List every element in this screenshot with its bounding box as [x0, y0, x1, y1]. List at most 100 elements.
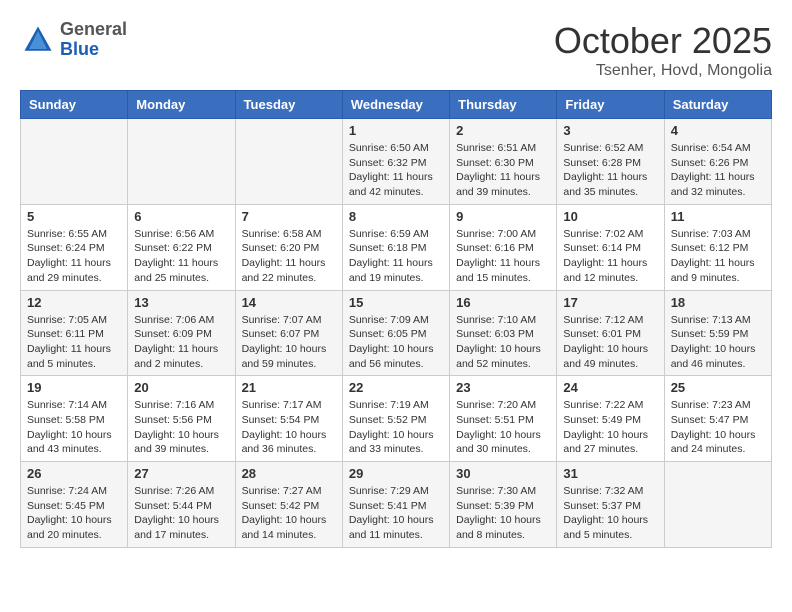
day-number: 3 [563, 123, 657, 138]
day-info: Sunrise: 7:07 AM Sunset: 6:07 PM Dayligh… [242, 313, 336, 372]
day-number: 30 [456, 466, 550, 481]
month-title: October 2025 [554, 20, 772, 62]
day-info: Sunrise: 7:14 AM Sunset: 5:58 PM Dayligh… [27, 398, 121, 457]
day-info: Sunrise: 7:32 AM Sunset: 5:37 PM Dayligh… [563, 484, 657, 543]
logo-blue: Blue [60, 40, 127, 60]
calendar-cell: 18 Sunrise: 7:13 AM Sunset: 5:59 PM Dayli… [664, 290, 771, 376]
day-info: Sunrise: 6:55 AM Sunset: 6:24 PM Dayligh… [27, 227, 121, 286]
day-number: 10 [563, 209, 657, 224]
calendar-cell: 29 Sunrise: 7:29 AM Sunset: 5:41 PM Dayli… [342, 462, 449, 548]
day-info: Sunrise: 6:54 AM Sunset: 6:26 PM Dayligh… [671, 141, 765, 200]
day-of-week-header: Tuesday [235, 91, 342, 119]
day-number: 1 [349, 123, 443, 138]
calendar-cell: 19 Sunrise: 7:14 AM Sunset: 5:58 PM Dayli… [21, 376, 128, 462]
calendar-header-row: SundayMondayTuesdayWednesdayThursdayFrid… [21, 91, 772, 119]
day-number: 24 [563, 380, 657, 395]
day-info: Sunrise: 7:27 AM Sunset: 5:42 PM Dayligh… [242, 484, 336, 543]
day-info: Sunrise: 7:22 AM Sunset: 5:49 PM Dayligh… [563, 398, 657, 457]
calendar-cell: 25 Sunrise: 7:23 AM Sunset: 5:47 PM Dayli… [664, 376, 771, 462]
calendar-week-row: 26 Sunrise: 7:24 AM Sunset: 5:45 PM Dayli… [21, 462, 772, 548]
day-info: Sunrise: 6:59 AM Sunset: 6:18 PM Dayligh… [349, 227, 443, 286]
calendar-cell: 3 Sunrise: 6:52 AM Sunset: 6:28 PM Daylig… [557, 119, 664, 205]
day-number: 7 [242, 209, 336, 224]
day-number: 12 [27, 295, 121, 310]
logo-text: General Blue [60, 20, 127, 60]
day-number: 11 [671, 209, 765, 224]
day-number: 21 [242, 380, 336, 395]
calendar-cell: 7Sunrise: 6:58 AM Sunset: 6:20 PM Daylig… [235, 204, 342, 290]
calendar-cell: 24 Sunrise: 7:22 AM Sunset: 5:49 PM Dayli… [557, 376, 664, 462]
calendar-cell: 2Sunrise: 6:51 AM Sunset: 6:30 PM Daylig… [450, 119, 557, 205]
calendar-cell: 10Sunrise: 7:02 AM Sunset: 6:14 PM Dayli… [557, 204, 664, 290]
calendar-cell: 9 Sunrise: 7:00 AM Sunset: 6:16 PM Daylig… [450, 204, 557, 290]
day-number: 20 [134, 380, 228, 395]
day-number: 5 [27, 209, 121, 224]
day-info: Sunrise: 7:10 AM Sunset: 6:03 PM Dayligh… [456, 313, 550, 372]
calendar-cell: 16 Sunrise: 7:10 AM Sunset: 6:03 PM Dayli… [450, 290, 557, 376]
day-number: 19 [27, 380, 121, 395]
calendar-cell: 27Sunrise: 7:26 AM Sunset: 5:44 PM Dayli… [128, 462, 235, 548]
day-number: 31 [563, 466, 657, 481]
day-info: Sunrise: 7:00 AM Sunset: 6:16 PM Dayligh… [456, 227, 550, 286]
day-info: Sunrise: 7:26 AM Sunset: 5:44 PM Dayligh… [134, 484, 228, 543]
calendar-cell: 26 Sunrise: 7:24 AM Sunset: 5:45 PM Dayli… [21, 462, 128, 548]
calendar-cell [21, 119, 128, 205]
calendar-cell: 5 Sunrise: 6:55 AM Sunset: 6:24 PM Daylig… [21, 204, 128, 290]
day-info: Sunrise: 7:24 AM Sunset: 5:45 PM Dayligh… [27, 484, 121, 543]
day-number: 13 [134, 295, 228, 310]
calendar-cell: 13 Sunrise: 7:06 AM Sunset: 6:09 PM Dayli… [128, 290, 235, 376]
title-section: October 2025 Tsenher, Hovd, Mongolia [554, 20, 772, 80]
day-info: Sunrise: 7:05 AM Sunset: 6:11 PM Dayligh… [27, 313, 121, 372]
day-info: Sunrise: 7:23 AM Sunset: 5:47 PM Dayligh… [671, 398, 765, 457]
calendar-cell: 28Sunrise: 7:27 AM Sunset: 5:42 PM Dayli… [235, 462, 342, 548]
day-of-week-header: Thursday [450, 91, 557, 119]
day-of-week-header: Monday [128, 91, 235, 119]
calendar-cell: 20 Sunrise: 7:16 AM Sunset: 5:56 PM Dayli… [128, 376, 235, 462]
day-number: 26 [27, 466, 121, 481]
logo-general: General [60, 20, 127, 40]
day-number: 4 [671, 123, 765, 138]
day-of-week-header: Wednesday [342, 91, 449, 119]
day-info: Sunrise: 7:17 AM Sunset: 5:54 PM Dayligh… [242, 398, 336, 457]
calendar-cell: 17Sunrise: 7:12 AM Sunset: 6:01 PM Dayli… [557, 290, 664, 376]
calendar-cell [128, 119, 235, 205]
day-number: 6 [134, 209, 228, 224]
day-info: Sunrise: 6:56 AM Sunset: 6:22 PM Dayligh… [134, 227, 228, 286]
calendar-cell: 8 Sunrise: 6:59 AM Sunset: 6:18 PM Daylig… [342, 204, 449, 290]
location: Tsenher, Hovd, Mongolia [554, 62, 772, 80]
day-info: Sunrise: 7:16 AM Sunset: 5:56 PM Dayligh… [134, 398, 228, 457]
calendar-cell [235, 119, 342, 205]
day-info: Sunrise: 7:12 AM Sunset: 6:01 PM Dayligh… [563, 313, 657, 372]
calendar-cell: 22Sunrise: 7:19 AM Sunset: 5:52 PM Dayli… [342, 376, 449, 462]
day-number: 15 [349, 295, 443, 310]
day-info: Sunrise: 7:13 AM Sunset: 5:59 PM Dayligh… [671, 313, 765, 372]
calendar-cell: 4 Sunrise: 6:54 AM Sunset: 6:26 PM Daylig… [664, 119, 771, 205]
calendar-cell: 6 Sunrise: 6:56 AM Sunset: 6:22 PM Daylig… [128, 204, 235, 290]
calendar-cell: 14 Sunrise: 7:07 AM Sunset: 6:07 PM Dayli… [235, 290, 342, 376]
calendar-cell: 1 Sunrise: 6:50 AM Sunset: 6:32 PM Daylig… [342, 119, 449, 205]
day-number: 23 [456, 380, 550, 395]
day-info: Sunrise: 7:29 AM Sunset: 5:41 PM Dayligh… [349, 484, 443, 543]
day-number: 8 [349, 209, 443, 224]
day-info: Sunrise: 7:30 AM Sunset: 5:39 PM Dayligh… [456, 484, 550, 543]
calendar-cell: 31 Sunrise: 7:32 AM Sunset: 5:37 PM Dayli… [557, 462, 664, 548]
calendar-cell: 30 Sunrise: 7:30 AM Sunset: 5:39 PM Dayli… [450, 462, 557, 548]
day-number: 16 [456, 295, 550, 310]
day-info: Sunrise: 7:19 AM Sunset: 5:52 PM Dayligh… [349, 398, 443, 457]
logo-icon [20, 22, 56, 58]
day-info: Sunrise: 7:06 AM Sunset: 6:09 PM Dayligh… [134, 313, 228, 372]
day-number: 18 [671, 295, 765, 310]
day-number: 9 [456, 209, 550, 224]
calendar-week-row: 19 Sunrise: 7:14 AM Sunset: 5:58 PM Dayli… [21, 376, 772, 462]
calendar-week-row: 5 Sunrise: 6:55 AM Sunset: 6:24 PM Daylig… [21, 204, 772, 290]
day-info: Sunrise: 6:50 AM Sunset: 6:32 PM Dayligh… [349, 141, 443, 200]
calendar-table: SundayMondayTuesdayWednesdayThursdayFrid… [20, 90, 772, 548]
calendar-cell: 15 Sunrise: 7:09 AM Sunset: 6:05 PM Dayli… [342, 290, 449, 376]
logo: General Blue [20, 20, 127, 60]
day-info: Sunrise: 7:20 AM Sunset: 5:51 PM Dayligh… [456, 398, 550, 457]
day-number: 29 [349, 466, 443, 481]
day-number: 25 [671, 380, 765, 395]
day-info: Sunrise: 6:52 AM Sunset: 6:28 PM Dayligh… [563, 141, 657, 200]
day-info: Sunrise: 7:09 AM Sunset: 6:05 PM Dayligh… [349, 313, 443, 372]
day-number: 14 [242, 295, 336, 310]
